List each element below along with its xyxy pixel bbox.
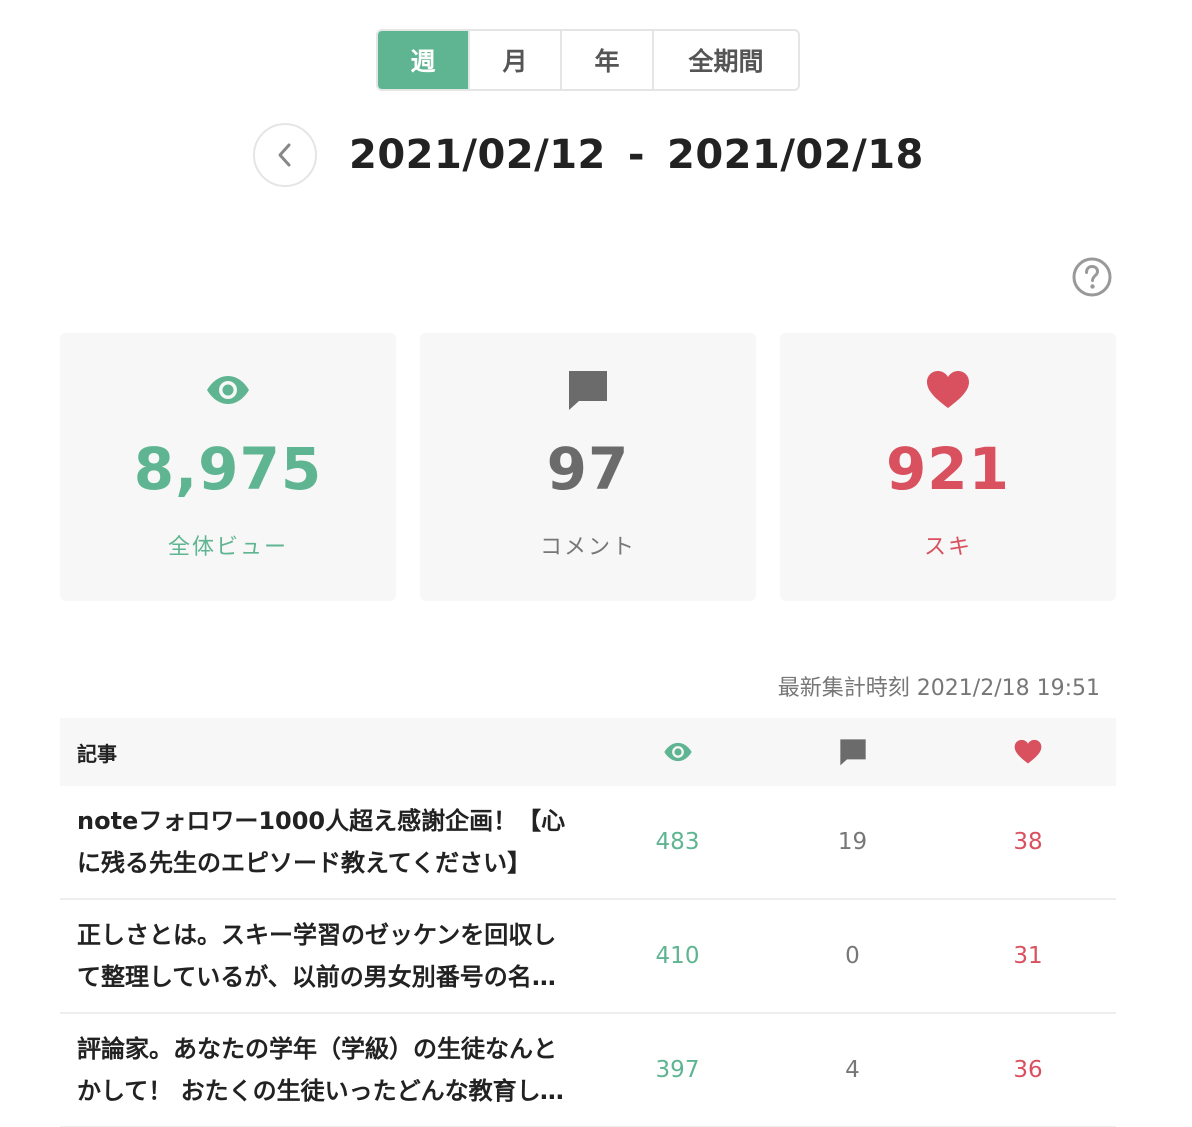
likes-label: スキ	[923, 535, 972, 560]
column-views-header	[590, 742, 765, 762]
last-updated-label: 最新集計時刻	[777, 676, 910, 701]
column-title-header: 記事	[77, 741, 117, 766]
eye-icon	[205, 367, 251, 413]
article-views: 397	[655, 1057, 700, 1083]
tab-year[interactable]: 年	[562, 31, 654, 89]
tab-all-time[interactable]: 全期間	[654, 31, 798, 89]
tab-month[interactable]: 月	[470, 31, 562, 89]
article-title[interactable]: 正しさとは。スキー学習のゼッケンを回収して整理しているが、以前の男女別番号の名残…	[60, 914, 590, 998]
article-views: 410	[655, 943, 700, 969]
range-start: 2021/02/12	[349, 132, 606, 178]
chevron-left-icon	[278, 143, 291, 167]
comments-label: コメント	[539, 535, 636, 560]
question-circle-icon[interactable]	[1071, 256, 1113, 298]
article-title[interactable]: noteフォロワー1000人超え感謝企画！【心に残る先生のエピソード教えてくださ…	[60, 800, 590, 884]
period-tabs: 週 月 年 全期間	[376, 29, 800, 91]
table-header: 記事	[60, 718, 1116, 786]
comments-card: 97 コメント	[420, 333, 756, 601]
comment-icon	[839, 739, 866, 766]
table-row[interactable]: 評論家。あなたの学年（学級）の生徒なんとかして！ おたくの生徒いったどんな教育し…	[60, 1014, 1116, 1127]
likes-card: 921 スキ	[780, 333, 1116, 601]
date-range: 2021/02/12 - 2021/02/18	[349, 132, 924, 178]
article-likes: 36	[1013, 1057, 1043, 1083]
views-total: 8,975	[133, 435, 323, 503]
likes-total: 921	[885, 435, 1011, 503]
views-label: 全体ビュー	[167, 535, 288, 560]
articles-table: 記事 noteフォロワー1000人超え感謝企画！【心に残る先生のエピソード教えて…	[60, 718, 1116, 1127]
last-updated: 最新集計時刻 2021/2/18 19:51	[778, 670, 1100, 702]
article-title[interactable]: 評論家。あなたの学年（学級）の生徒なんとかして！ おたくの生徒いったどんな教育し…	[60, 1028, 590, 1112]
column-comments-header	[765, 738, 940, 766]
tab-week[interactable]: 週	[378, 31, 470, 89]
column-likes-header	[940, 739, 1116, 765]
article-likes: 31	[1013, 943, 1043, 969]
eye-icon	[663, 742, 692, 762]
heart-icon	[1014, 739, 1042, 764]
article-views: 483	[655, 829, 700, 855]
heart-icon	[926, 367, 970, 413]
article-comments: 19	[837, 829, 868, 855]
table-row[interactable]: 正しさとは。スキー学習のゼッケンを回収して整理しているが、以前の男女別番号の名残…	[60, 900, 1116, 1014]
article-comments: 0	[845, 943, 860, 969]
article-comments: 4	[845, 1057, 860, 1083]
last-updated-value: 2021/2/18 19:51	[916, 676, 1100, 701]
table-row[interactable]: noteフォロワー1000人超え感謝企画！【心に残る先生のエピソード教えてくださ…	[60, 786, 1116, 900]
comments-total: 97	[546, 435, 630, 503]
comment-icon	[567, 367, 609, 413]
range-end: 2021/02/18	[666, 132, 924, 178]
article-likes: 38	[1013, 829, 1043, 855]
range-separator: -	[627, 132, 645, 178]
previous-period-button[interactable]	[253, 123, 317, 187]
date-range-row: 2021/02/12 - 2021/02/18	[253, 123, 924, 187]
views-card: 8,975 全体ビュー	[60, 333, 396, 601]
summary-cards: 8,975 全体ビュー 97 コメント 921 スキ	[60, 333, 1116, 601]
